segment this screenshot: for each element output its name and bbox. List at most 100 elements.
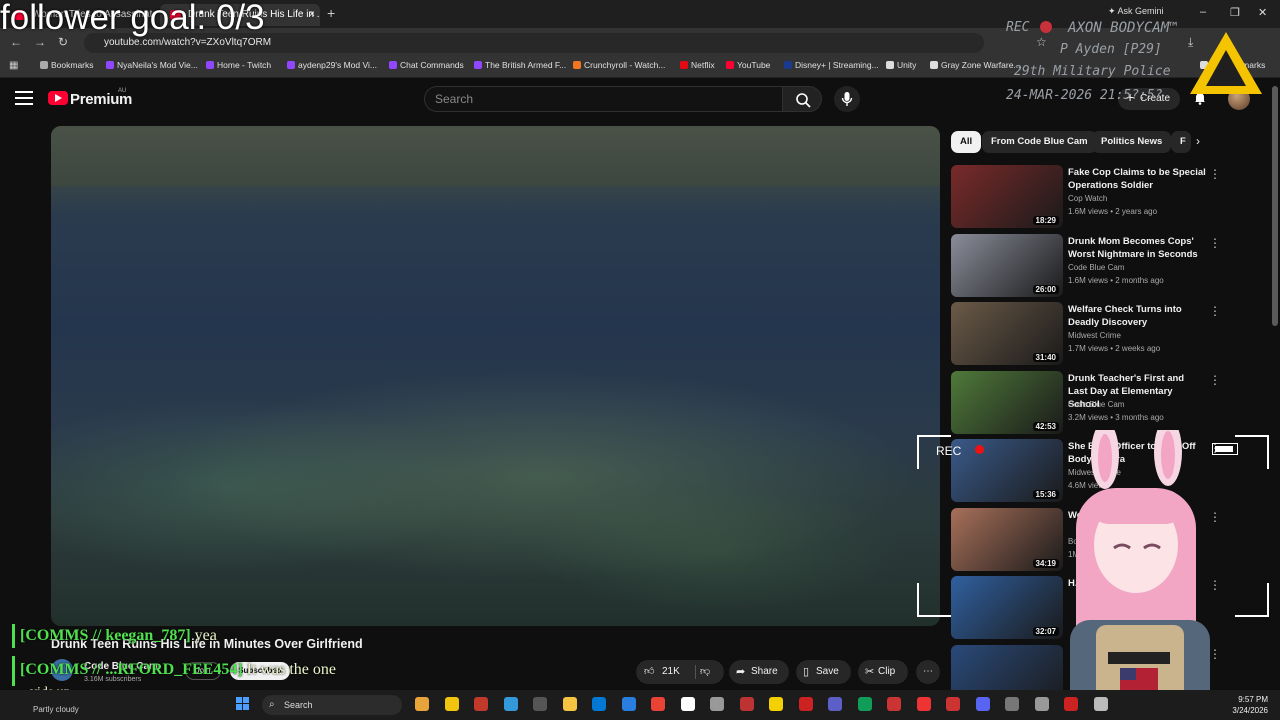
taskbar-search[interactable]: ⌕ Search — [262, 695, 402, 715]
taskbar-app-icon[interactable] — [1005, 697, 1019, 711]
taskbar-app-icon[interactable] — [798, 697, 813, 711]
chat-message: [COMMS // keegan_787] yea — [20, 627, 217, 645]
video-thumbnail[interactable]: 18:29 — [951, 165, 1063, 228]
menu-icon[interactable] — [15, 91, 33, 105]
video-thumbnail[interactable]: 26:00 — [951, 233, 1063, 297]
microphone-icon — [841, 92, 853, 106]
video-channel[interactable]: Code Blue Cam — [1068, 263, 1124, 272]
chat-text: It was the one — [246, 661, 336, 678]
bookmark-label: Bookmarks — [51, 60, 94, 70]
taskbar-app-icon[interactable] — [621, 697, 636, 711]
bookmark-favicon-icon — [389, 61, 397, 69]
more-options-icon[interactable]: ⋮ — [1209, 236, 1221, 250]
system-clock[interactable]: 9:57 PM 3/24/2026 — [1210, 694, 1268, 716]
bookmark-item[interactable]: Disney+ | Streaming... — [784, 60, 879, 70]
taskbar-app-icon[interactable] — [857, 697, 872, 711]
ask-gemini-button[interactable]: ✦ Ask Gemini — [1108, 6, 1164, 17]
minimize-icon[interactable]: – — [1200, 6, 1206, 18]
more-options-icon[interactable]: ⋮ — [1209, 304, 1221, 318]
bookmark-item[interactable]: YouTube — [726, 60, 770, 70]
dislike-icon[interactable]: 👎︎ — [700, 660, 710, 684]
share-button[interactable]: ➦ Share — [729, 660, 789, 684]
bookmark-favicon-icon — [474, 61, 482, 69]
scrollbar[interactable] — [1272, 86, 1278, 326]
chevron-right-icon[interactable]: › — [1196, 134, 1200, 148]
taskbar-app-icon[interactable] — [444, 697, 459, 711]
weather-widget[interactable]: Partly cloudy — [33, 705, 79, 714]
bookmark-item[interactable]: Crunchyroll - Watch... — [573, 60, 665, 70]
bookmark-label: Unity — [897, 60, 917, 70]
axon-logo-icon — [1190, 32, 1262, 94]
bookmark-label: YouTube — [737, 60, 771, 70]
more-actions-button[interactable]: ⋯ — [916, 660, 940, 684]
video-thumbnail[interactable]: 31:40 — [951, 302, 1063, 365]
taskbar-app-icon[interactable] — [710, 697, 724, 711]
like-icon[interactable]: 👍︎ — [644, 660, 654, 684]
chip-all[interactable]: All — [951, 131, 982, 153]
search-button[interactable] — [782, 86, 822, 112]
follower-goal: follower goal: 0/3 — [0, 0, 265, 37]
taskbar-app-icon[interactable] — [769, 697, 783, 711]
search-icon — [796, 93, 811, 108]
bookmark-item[interactable]: Unity — [886, 60, 916, 70]
bookmark-item[interactable]: Bookmarks — [40, 60, 94, 70]
taskbar-app-icon[interactable] — [887, 697, 901, 711]
taskbar-app-icon[interactable] — [916, 697, 931, 711]
voice-search-button[interactable] — [834, 86, 860, 112]
taskbar-app-icon[interactable] — [975, 697, 990, 711]
bookmark-favicon-icon — [287, 61, 295, 69]
chip-partial[interactable]: F — [1171, 131, 1191, 153]
bookmark-item[interactable]: Home - Twitch — [206, 60, 271, 70]
recommended-video[interactable]: 42:53 Drunk Teacher's First and Last Day … — [951, 370, 1231, 435]
taskbar-app-icon[interactable] — [562, 697, 577, 711]
like-count[interactable]: 21K — [662, 660, 680, 684]
video-channel[interactable]: Midwest Crime — [1068, 331, 1121, 340]
taskbar-app-icon[interactable] — [503, 697, 518, 711]
video-channel[interactable]: Code Blue Cam — [1068, 400, 1124, 409]
apps-icon[interactable]: ▦ — [9, 60, 18, 71]
recommended-video[interactable]: 18:29 Fake Cop Claims to be Special Opera… — [951, 165, 1231, 229]
taskbar-app-icon[interactable] — [680, 697, 695, 711]
recommended-video[interactable]: 26:00 Drunk Mom Becomes Cops' Worst Night… — [951, 233, 1231, 298]
youtube-logo-icon[interactable] — [48, 91, 68, 105]
recommended-video[interactable]: 31:40 Welfare Check Turns into Deadly Dis… — [951, 302, 1231, 366]
taskbar-app-icon[interactable] — [415, 697, 429, 711]
search-input[interactable]: Search — [424, 86, 782, 112]
taskbar-app-icon[interactable] — [533, 697, 547, 711]
new-tab-button[interactable]: + — [327, 5, 335, 21]
close-window-icon[interactable]: ✕ — [1258, 6, 1267, 19]
taskbar-app-icon[interactable] — [592, 697, 606, 711]
close-tab-icon[interactable]: × — [309, 4, 315, 26]
bookmark-item[interactable]: aydenp29's Mod Vi... — [287, 60, 377, 70]
save-label: Save — [816, 666, 839, 677]
bookmark-item[interactable]: Gray Zone Warfare... — [930, 60, 1021, 70]
bookmark-item[interactable]: The British Armed F... — [474, 60, 566, 70]
taskbar-app-icon[interactable] — [1093, 697, 1108, 711]
video-player[interactable] — [51, 126, 940, 626]
bookmark-favicon-icon — [930, 61, 938, 69]
maximize-icon[interactable]: ❐ — [1230, 6, 1240, 19]
bookmark-item[interactable]: NyaNeila's Mod Vie... — [106, 60, 198, 70]
taskbar-app-icon[interactable] — [1064, 697, 1078, 711]
bookmark-icon: ▯ — [803, 666, 810, 678]
video-thumbnail[interactable]: 42:53 — [951, 370, 1063, 434]
video-channel[interactable]: Cop Watch — [1068, 194, 1107, 203]
chip-politics-news[interactable]: Politics News — [1092, 131, 1172, 153]
search-icon: ⌕ — [269, 699, 275, 710]
windows-start-icon[interactable] — [236, 697, 250, 711]
recording-dot-icon — [1040, 21, 1052, 33]
save-button[interactable]: ▯ Save — [796, 660, 851, 684]
star-icon[interactable]: ☆ — [1036, 35, 1047, 49]
bookmark-item[interactable]: Netflix — [680, 60, 715, 70]
taskbar-app-icon[interactable] — [946, 697, 960, 711]
more-options-icon[interactable]: ⋮ — [1209, 373, 1221, 387]
more-options-icon[interactable]: ⋮ — [1209, 167, 1221, 181]
taskbar-app-icon[interactable] — [739, 697, 754, 711]
taskbar-app-icon[interactable] — [1034, 697, 1049, 711]
taskbar-app-icon[interactable] — [651, 697, 665, 711]
taskbar-app-icon[interactable] — [474, 697, 488, 711]
bookmark-item[interactable]: Chat Commands — [389, 60, 464, 70]
chip-from-channel[interactable]: From Code Blue Cam — [982, 131, 1097, 153]
clip-button[interactable]: ✂ Clip — [858, 660, 908, 684]
taskbar-app-icon[interactable] — [828, 697, 842, 711]
